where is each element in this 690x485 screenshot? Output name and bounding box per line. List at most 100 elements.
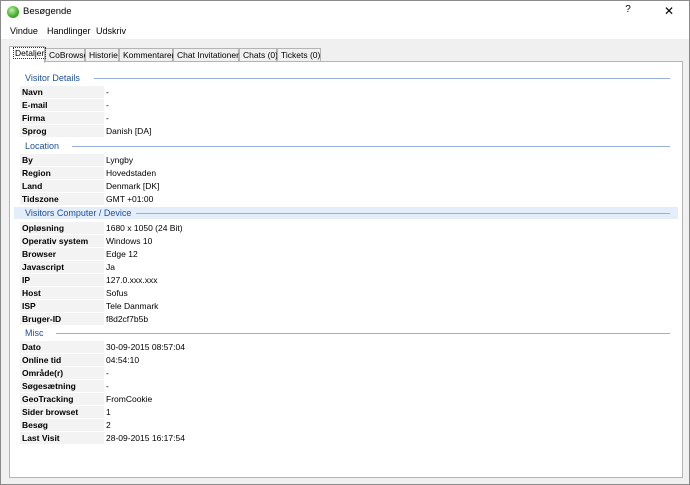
label-cell: Bruger-ID [20,313,104,325]
field-label: Navn [22,87,43,97]
field-value: FromCookie [106,394,153,404]
detail-row: Bruger-ID f8d2cf7b5b [20,313,670,325]
field-label: Opløsning [22,223,65,233]
section-divider [72,146,670,147]
section-header-visitor-details: Visitor Details [14,72,678,84]
tab-chats[interactable]: Chats (0) [239,48,278,62]
detail-row: Område(r) - [20,367,670,379]
label-cell: Host [20,287,104,299]
field-value: Denmark [DK] [106,181,160,191]
detail-row: Javascript Ja [20,261,670,273]
field-value: - [106,368,109,378]
field-label: Last Visit [22,433,60,443]
section-title: Visitor Details [25,73,80,83]
close-button[interactable]: ✕ [661,4,677,18]
field-value: Windows 10 [106,236,153,246]
field-label: Bruger-ID [22,314,62,324]
detail-row: Region Hovedstaden [20,167,670,179]
section-divider [94,78,670,79]
detail-row: Besøg 2 [20,419,670,431]
field-value: 1680 x 1050 (24 Bit) [106,223,183,233]
field-value: - [106,87,109,97]
details-panel: Visitor Details Navn - E-mail - Firma - Spr… [9,61,683,478]
field-label: Javascript [22,262,65,272]
field-label: Tidszone [22,194,59,204]
field-value: GMT +01:00 [106,194,154,204]
field-label: By [22,155,33,165]
section-title: Misc [25,328,44,338]
tab-chat-invitationer[interactable]: Chat Invitationer [173,48,239,62]
app-logo-icon [7,6,19,18]
detail-row: Host Sofus [20,287,670,299]
label-cell: Besøg [20,419,104,431]
detail-row: Firma - [20,112,670,124]
detail-row: GeoTracking FromCookie [20,393,670,405]
label-cell: GeoTracking [20,393,104,405]
field-label: E-mail [22,100,48,110]
tab-label: Detaljer [13,47,47,59]
field-value: Ja [106,262,115,272]
visitor-window: Besøgende ? ✕ Vindue Handlinger Udskriv … [0,0,690,485]
field-label: Browser [22,249,57,259]
label-cell: Browser [20,248,104,260]
label-cell: Operativ system [20,235,104,247]
field-label: IP [22,275,31,285]
label-cell: E-mail [20,99,104,111]
section-divider [56,333,670,334]
menu-vindue[interactable]: Vindue [10,26,38,36]
field-label: Sprog [22,126,47,136]
field-label: Host [22,288,41,298]
field-label: Online tid [22,355,62,365]
menu-handlinger[interactable]: Handlinger [47,26,91,36]
section-header-device: Visitors Computer / Device [14,207,678,219]
detail-row: Sprog Danish [DA] [20,125,670,137]
field-value: - [106,100,109,110]
field-label: GeoTracking [22,394,74,404]
tab-kommentarer[interactable]: Kommentarer [119,48,175,62]
field-value: Sofus [106,288,128,298]
field-label: Sider browset [22,407,79,417]
section-divider [136,213,670,214]
field-value: 04:54:10 [106,355,140,365]
detail-row: Operativ system Windows 10 [20,235,670,247]
menu-udskriv[interactable]: Udskriv [96,26,126,36]
label-cell: Sprog [20,125,104,137]
help-button[interactable]: ? [621,4,635,18]
section-header-location: Location [14,140,678,152]
detail-row: Navn - [20,86,670,98]
label-cell: Område(r) [20,367,104,379]
label-cell: Søgesætning [20,380,104,392]
tab-cobrowse[interactable]: CoBrowse [45,48,88,62]
section-title: Location [25,141,60,151]
label-cell: Land [20,180,104,192]
tab-tickets[interactable]: Tickets (0) [277,48,321,62]
field-label: Dato [22,342,41,352]
label-cell: Opløsning [20,222,104,234]
field-value: Lyngby [106,155,134,165]
label-cell: Online tid [20,354,104,366]
field-value: 127.0.xxx.xxx [106,275,158,285]
field-value: Danish [DA] [106,126,152,136]
field-value: - [106,381,109,391]
section-title: Visitors Computer / Device [25,208,132,218]
field-label: Region [22,168,51,178]
detail-row: Dato 30-09-2015 08:57:04 [20,341,670,353]
field-value: Tele Danmark [106,301,159,311]
detail-row: Online tid 04:54:10 [20,354,670,366]
detail-row: Browser Edge 12 [20,248,670,260]
field-value: 28-09-2015 16:17:54 [106,433,185,443]
field-value: Hovedstaden [106,168,157,178]
detail-row: Last Visit 28-09-2015 16:17:54 [20,432,670,444]
detail-row: Sider browset 1 [20,406,670,418]
window-title: Besøgende [23,6,72,17]
detail-row: Tidszone GMT +01:00 [20,193,670,205]
tab-historie[interactable]: Historie [85,48,119,62]
label-cell: ISP [20,300,104,312]
tab-detaljer[interactable]: Detaljer [9,46,47,63]
label-cell: Firma [20,112,104,124]
field-value: 2 [106,420,111,430]
detail-row: IP 127.0.xxx.xxx [20,274,670,286]
title-bar: Besøgende ? ✕ [1,1,689,23]
field-value: 30-09-2015 08:57:04 [106,342,185,352]
label-cell: IP [20,274,104,286]
